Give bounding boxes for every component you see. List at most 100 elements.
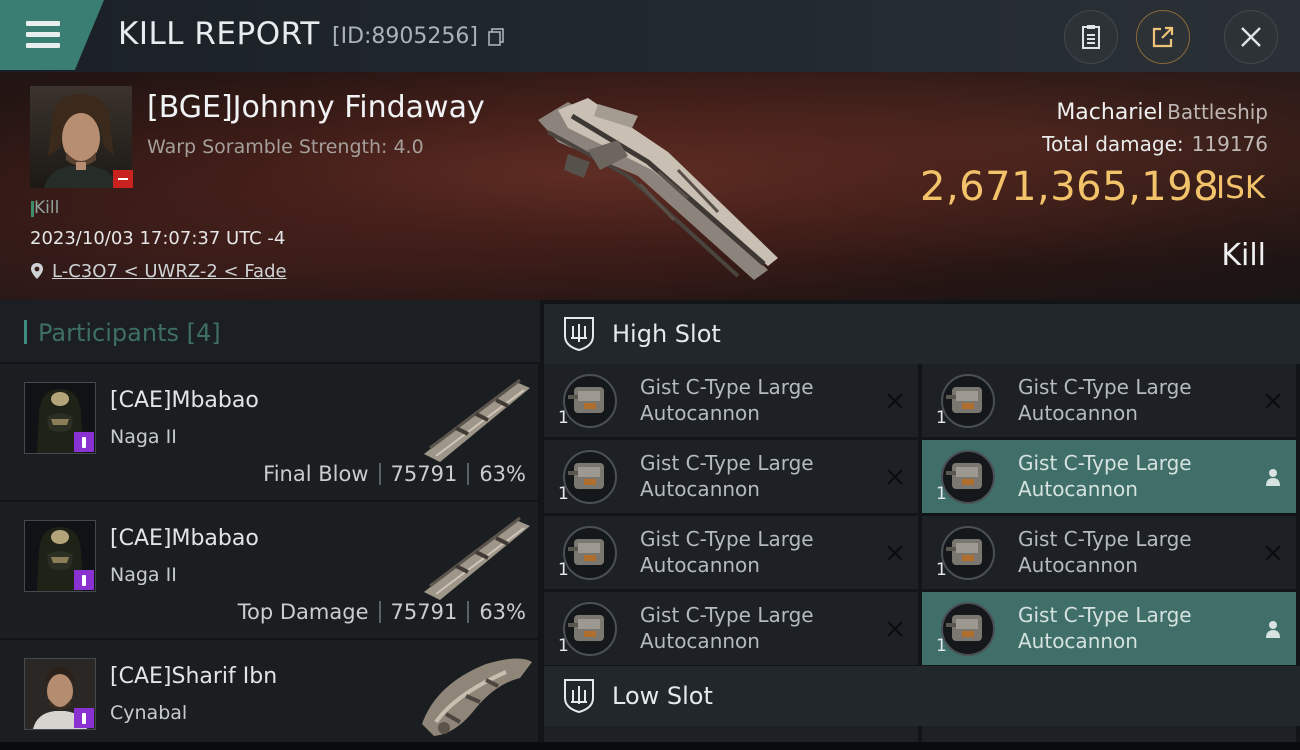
participant-ship-image[interactable] bbox=[416, 644, 536, 740]
kill-id: [ID:8905256] bbox=[332, 24, 478, 49]
destroyed-x-icon bbox=[1265, 393, 1281, 409]
participant-name[interactable]: [CAE]Sharif Ibn bbox=[110, 664, 277, 689]
participant-damage: 75791 bbox=[390, 600, 458, 624]
divider bbox=[378, 463, 381, 485]
close-icon bbox=[1241, 27, 1261, 47]
module-name-line: Gist C-Type Large bbox=[640, 603, 814, 627]
module-name-line: Autocannon bbox=[1018, 553, 1138, 577]
high-slot-header[interactable]: High Slot bbox=[544, 304, 1300, 364]
victim-banner: [BGE]Johnny Findaway Warp Soramble Stren… bbox=[0, 72, 1300, 300]
module-name-line: Gist C-Type Large bbox=[1018, 451, 1192, 475]
module-item[interactable]: 1 Gist C-Type Large Autocannon bbox=[922, 592, 1296, 665]
module-name-line: Autocannon bbox=[1018, 477, 1138, 501]
person-icon bbox=[1266, 621, 1280, 638]
victim-ship-name[interactable]: Machariel bbox=[1056, 100, 1163, 125]
role-badge bbox=[74, 708, 94, 728]
module-item[interactable]: 1 Gist C-Type Large Autocannon bbox=[544, 364, 918, 437]
module-quantity: 1 bbox=[936, 560, 947, 580]
module-name-line: Autocannon bbox=[640, 477, 760, 501]
module-item[interactable]: 1 Gist C-Type Large Autocannon bbox=[544, 440, 918, 513]
module-name-line: Autocannon bbox=[640, 401, 760, 425]
divider bbox=[378, 601, 381, 623]
module-name: Gist C-Type Large Autocannon bbox=[1018, 450, 1258, 502]
participant-row[interactable]: [CAE]Mbabao Naga II Final Blow 75791 63% bbox=[0, 364, 538, 500]
share-icon bbox=[1152, 26, 1174, 48]
module-item[interactable]: 1 Gist C-Type Large Autocannon bbox=[922, 516, 1296, 589]
location-link[interactable]: L-C3O7 < UWRZ-2 < Fade bbox=[52, 261, 287, 282]
destroyed-x-icon bbox=[887, 469, 903, 485]
isk-unit: ISK bbox=[1216, 170, 1266, 206]
victim-name[interactable]: [BGE]Johnny Findaway bbox=[147, 90, 485, 125]
module-name-line: Gist C-Type Large bbox=[640, 451, 814, 475]
total-damage-label: Total damage: bbox=[1042, 132, 1184, 156]
participant-name[interactable]: [CAE]Mbabao bbox=[110, 526, 259, 551]
victim-subtitle: Warp Soramble Strength: 4.0 bbox=[147, 136, 424, 158]
module-quantity: 1 bbox=[558, 560, 569, 580]
low-slot-header[interactable]: Low Slot bbox=[544, 666, 1300, 726]
clipboard-icon bbox=[1082, 25, 1100, 49]
participant-ship-image[interactable] bbox=[416, 506, 536, 602]
destroyed-x-icon bbox=[887, 545, 903, 561]
hamburger-icon-line bbox=[26, 43, 60, 48]
location-pin-icon bbox=[31, 263, 43, 279]
hamburger-icon-line bbox=[26, 32, 60, 37]
high-slot-icon bbox=[564, 317, 594, 352]
module-name: Gist C-Type Large Autocannon bbox=[640, 450, 880, 502]
role-badge bbox=[74, 570, 94, 590]
menu-button[interactable] bbox=[0, 0, 104, 70]
kill-result: Kill bbox=[1221, 238, 1266, 273]
clipboard-button[interactable] bbox=[1064, 10, 1118, 64]
divider bbox=[467, 601, 470, 623]
participants-count: [4] bbox=[186, 319, 221, 347]
victim-ship-class: Battleship bbox=[1167, 100, 1268, 124]
module-name-line: Gist C-Type Large bbox=[640, 527, 814, 551]
copy-icon[interactable] bbox=[488, 28, 504, 46]
kill-tag: Kill bbox=[30, 198, 60, 218]
module-name-line: Gist C-Type Large bbox=[1018, 603, 1192, 627]
participant-name[interactable]: [CAE]Mbabao bbox=[110, 388, 259, 413]
module-item[interactable]: 1 Gist C-Type Large Autocannon bbox=[922, 440, 1296, 513]
participant-row[interactable]: [CAE]Sharif Ibn Cynabal bbox=[0, 640, 538, 742]
module-item[interactable]: 1 Gist C-Type Large Autocannon bbox=[922, 364, 1296, 437]
participant-ship: Cynabal bbox=[110, 702, 188, 724]
hamburger-icon bbox=[26, 21, 60, 26]
participants-label: Participants bbox=[38, 319, 179, 347]
module-item[interactable]: 1 Gist C-Type Large Autocannon bbox=[544, 592, 918, 665]
total-damage-value: 119176 bbox=[1191, 132, 1268, 156]
participant-percent: 63% bbox=[479, 462, 526, 486]
bottom-edge bbox=[0, 742, 1300, 750]
module-name-line: Autocannon bbox=[640, 629, 760, 653]
participants-title: Participants [4] bbox=[38, 319, 221, 347]
module-quantity: 1 bbox=[936, 484, 947, 504]
isk-value: 2,671,365,198 bbox=[920, 164, 1220, 210]
low-slot-module-partial[interactable] bbox=[544, 726, 918, 742]
participant-ship: Naga II bbox=[110, 426, 177, 448]
module-quantity: 1 bbox=[936, 408, 947, 428]
page-title: KILL REPORT bbox=[118, 16, 320, 52]
module-name-line: Autocannon bbox=[640, 553, 760, 577]
module-name-line: Autocannon bbox=[1018, 629, 1138, 653]
participant-ship-image[interactable] bbox=[416, 368, 536, 464]
low-slot-module-partial[interactable] bbox=[922, 726, 1296, 742]
module-item[interactable]: 1 Gist C-Type Large Autocannon bbox=[544, 516, 918, 589]
module-name-line: Gist C-Type Large bbox=[1018, 375, 1192, 399]
module-quantity: 1 bbox=[558, 408, 569, 428]
victim-ship-image[interactable] bbox=[528, 80, 788, 290]
participant-row[interactable]: [CAE]Mbabao Naga II Top Damage 75791 63% bbox=[0, 502, 538, 638]
module-name-line: Gist C-Type Large bbox=[1018, 527, 1192, 551]
destroyed-x-icon bbox=[1265, 545, 1281, 561]
module-name: Gist C-Type Large Autocannon bbox=[1018, 374, 1258, 426]
low-slot-icon bbox=[564, 679, 594, 714]
module-name-line: Autocannon bbox=[1018, 401, 1138, 425]
participant-damage: 75791 bbox=[390, 462, 458, 486]
total-damage: Total damage: 119176 bbox=[1042, 132, 1268, 156]
low-slot-title: Low Slot bbox=[612, 682, 713, 710]
participant-stats: Top Damage 75791 63% bbox=[238, 600, 526, 624]
module-name: Gist C-Type Large Autocannon bbox=[1018, 526, 1258, 578]
participant-ship: Naga II bbox=[110, 564, 177, 586]
role-badge bbox=[74, 432, 94, 452]
share-button[interactable] bbox=[1136, 10, 1190, 64]
close-button[interactable] bbox=[1224, 10, 1278, 64]
destroyed-x-icon bbox=[887, 621, 903, 637]
kill-report-screen: KILL REPORT [ID:8905256] [BGE]Johnny Fin… bbox=[0, 0, 1300, 742]
